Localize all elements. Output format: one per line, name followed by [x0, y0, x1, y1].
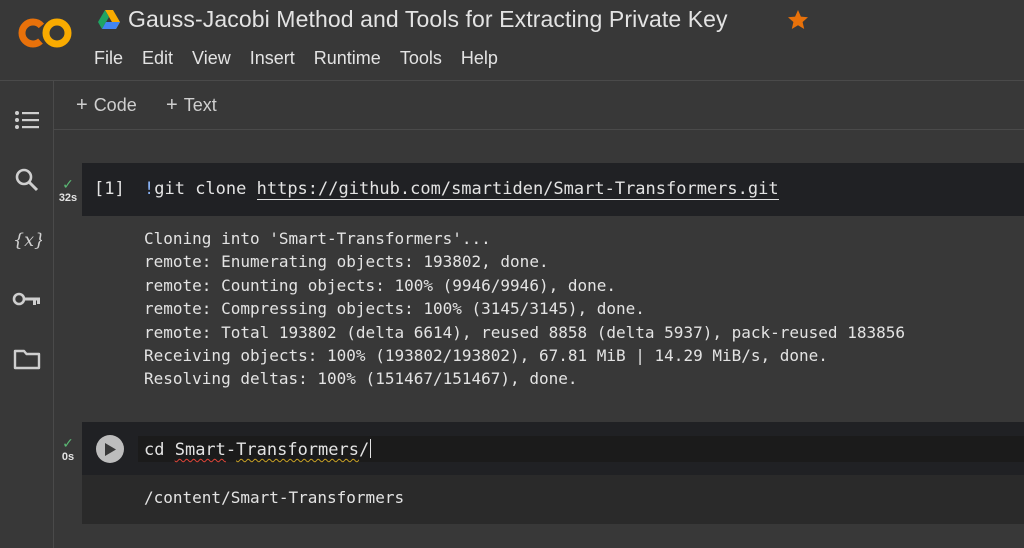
notebook-title[interactable]: Gauss-Jacobi Method and Tools for Extrac… — [128, 6, 728, 33]
output-line: remote: Counting objects: 100% (9946/994… — [144, 275, 617, 295]
star-icon[interactable] — [786, 8, 810, 32]
path-trailing-slash: / — [358, 440, 370, 460]
left-sidebar: {x} — [0, 81, 54, 548]
cell-2-code-line[interactable]: cd Smart-Transformers/ — [144, 439, 372, 460]
output-line: Receiving objects: 100% (193802/193802),… — [144, 346, 828, 366]
cell-1-code-editor[interactable]: [1] !git clone https://github.com/smarti… — [82, 163, 1024, 216]
menu-insert[interactable]: Insert — [250, 48, 295, 69]
menu-view[interactable]: View — [192, 48, 231, 69]
secrets-key-icon[interactable] — [12, 284, 42, 314]
add-text-cell-button[interactable]: + Text — [166, 94, 217, 117]
path-part-transformers: Transformers — [236, 440, 359, 460]
path-part-smart: Smart — [174, 440, 226, 460]
variables-icon[interactable]: {x} — [12, 225, 42, 255]
git-command: git clone — [154, 179, 257, 199]
check-icon: ✓ — [62, 435, 74, 451]
cell-1-status: ✓ 32s — [56, 177, 80, 205]
cell-2-code-editor[interactable]: cd Smart-Transformers/ — [82, 422, 1024, 475]
header: Gauss-Jacobi Method and Tools for Extrac… — [0, 0, 1024, 80]
execution-count: [1] — [94, 179, 125, 199]
add-text-label: Text — [183, 95, 217, 115]
google-drive-icon[interactable] — [98, 10, 120, 30]
menu-help[interactable]: Help — [461, 48, 498, 69]
add-code-label: Code — [93, 95, 137, 115]
cell-2-status: ✓ 0s — [56, 436, 80, 464]
cell-toolbar: + Code + Text — [54, 81, 1024, 129]
cell-1-duration: 32s — [58, 192, 78, 204]
plus-icon: + — [76, 94, 88, 116]
cell-2-duration: 0s — [61, 451, 75, 463]
output-line: remote: Total 193802 (delta 6614), reuse… — [144, 322, 905, 342]
menu-edit[interactable]: Edit — [142, 48, 173, 69]
output-line: remote: Enumerating objects: 193802, don… — [144, 252, 549, 272]
shell-bang: ! — [144, 179, 155, 199]
colab-notebook-app: Gauss-Jacobi Method and Tools for Extrac… — [0, 0, 1024, 548]
cell-1-output: Cloning into 'Smart-Transformers'... remo… — [144, 227, 905, 391]
repo-url-link[interactable]: https://github.com/smartiden/Smart-Trans… — [256, 179, 779, 200]
cell-1-code-line[interactable]: !git clone https://github.com/smartiden/… — [144, 179, 779, 200]
svg-text:{x}: {x} — [13, 231, 42, 251]
colab-logo-icon[interactable] — [16, 14, 76, 52]
output-line: Resolving deltas: 100% (151467/151467), … — [144, 369, 578, 389]
cd-command: cd — [144, 440, 175, 460]
output-line: Cloning into 'Smart-Transformers'... — [144, 229, 491, 248]
output-line: remote: Compressing objects: 100% (3145/… — [144, 299, 645, 319]
add-code-cell-button[interactable]: + Code — [76, 94, 137, 117]
menu-bar: File Edit View Insert Runtime Tools Help — [94, 48, 517, 69]
path-separator: - — [225, 440, 237, 460]
menu-file[interactable]: File — [94, 48, 123, 69]
search-icon[interactable] — [12, 165, 42, 195]
play-icon — [105, 442, 116, 456]
toolbar-divider — [54, 129, 1024, 130]
menu-runtime[interactable]: Runtime — [314, 48, 381, 69]
cell-2-output: /content/Smart-Transformers — [144, 486, 404, 509]
menu-tools[interactable]: Tools — [400, 48, 442, 69]
run-cell-button[interactable] — [96, 435, 124, 463]
text-cursor — [370, 439, 372, 458]
files-folder-icon[interactable] — [12, 344, 42, 374]
check-icon: ✓ — [62, 176, 74, 192]
plus-icon: + — [166, 94, 178, 116]
table-of-contents-icon[interactable] — [12, 105, 42, 135]
output-line: /content/Smart-Transformers — [144, 488, 405, 507]
